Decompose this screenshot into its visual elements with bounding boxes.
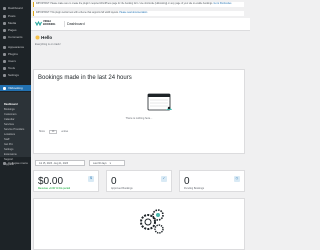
stat-card-approved: 0 Approved Bookings ✓ [106,170,172,192]
greeting-title: Hello [41,35,53,40]
stat-value: 0 [111,176,117,187]
stat-label: Pending Bookings [184,187,205,190]
date-range-picker[interactable]: Jul 15, 2023 - Aug 11, 2023 [35,160,85,166]
notice-link[interactable]: Go to Shortcodes [214,3,232,5]
calendar-clock-icon: ◷ [234,176,240,182]
wrench-icon [3,66,6,70]
stat-value: $0.00 [38,176,64,187]
notice-text: IMPORTANT: This plugin works best with a… [36,12,119,14]
sidebar-item-pages[interactable]: Pages [0,27,31,33]
period-select[interactable]: Last 30 days ▾ [89,160,125,166]
submenu-upgrade[interactable]: Upgrade [0,152,31,166]
sidebar-item-vikbooking[interactable]: Vikbooking [0,85,31,91]
brush-icon [3,45,6,49]
dollar-icon: $ [88,176,94,182]
wave-hand-icon [35,35,40,40]
collapse-icon [3,161,6,165]
sidebar-item-comments[interactable]: Comments [0,34,31,40]
entries-pager: Show 10 entries [39,130,68,134]
plugin-header: VIKBA BOOKING Dashboard [31,18,250,31]
sidebar-item-plugins[interactable]: Plugins [0,51,31,57]
header-divider [64,21,65,27]
filters-bar: Jul 15, 2023 - Aug 11, 2023 Last 30 days… [35,160,125,166]
sidebar-item-tools[interactable]: Tools [0,65,31,71]
collapse-menu-button[interactable]: Collapse menu [0,160,31,166]
stat-value: 0 [184,176,190,187]
greeting-subtitle: Everything is on track ! [35,43,62,46]
calendar-icon [3,86,6,90]
calendar-check-icon: ✓ [161,176,167,182]
stat-card-revenue: $0.00 Revenue +0.00 % this period $ [33,170,99,192]
dashboard-icon [3,6,6,10]
logo-icon [35,21,42,26]
brand-logo: VIKBA BOOKING [43,20,56,26]
entries-select[interactable]: 10 [48,130,58,134]
sidebar-item-users[interactable]: Users [0,58,31,64]
gears-icon [140,209,164,234]
empty-state-text: There is nothing here... [125,117,153,120]
page-title: Dashboard [67,22,85,26]
sidebar-item-settings[interactable]: Settings [0,72,31,78]
recent-bookings-card: Bookings made in the last 24 hours There… [33,69,245,154]
sidebar-item-media[interactable]: Media [0,20,31,26]
stat-card-pending: 0 Pending Bookings ◷ [179,170,245,192]
stat-label: Approved Bookings [111,187,133,190]
card-title: Bookings made in the last 24 hours [38,75,132,81]
notice-link[interactable]: Please read documentation [119,12,147,14]
chevron-down-icon: ▾ [109,161,111,165]
chart-placeholder-card [33,198,245,250]
settings-icon [3,73,6,77]
notice-theme: IMPORTANT: This plugin works best with a… [33,11,244,16]
sidebar-item-appearance[interactable]: Appearance [0,44,31,50]
notice-shortcode: IMPORTANT: Please make sure to create th… [33,2,244,7]
admin-sidebar: Dashboard Posts Media Pages Comments App… [0,0,31,250]
stat-label: Revenue +0.00 % this period [38,187,71,190]
pager-show-label: Show [39,131,45,133]
comment-icon [3,35,6,39]
pager-entries-label: entries [61,131,69,133]
plugin-icon [3,52,6,56]
page-icon [3,28,6,32]
notice-text: IMPORTANT: Please make sure to create th… [36,3,213,5]
sidebar-item-dashboard[interactable]: Dashboard [0,5,31,11]
media-icon [3,21,6,25]
pin-icon [3,14,6,18]
empty-calendar-icon [147,93,172,111]
sidebar-item-posts[interactable]: Posts [0,13,31,19]
user-icon [3,59,6,63]
